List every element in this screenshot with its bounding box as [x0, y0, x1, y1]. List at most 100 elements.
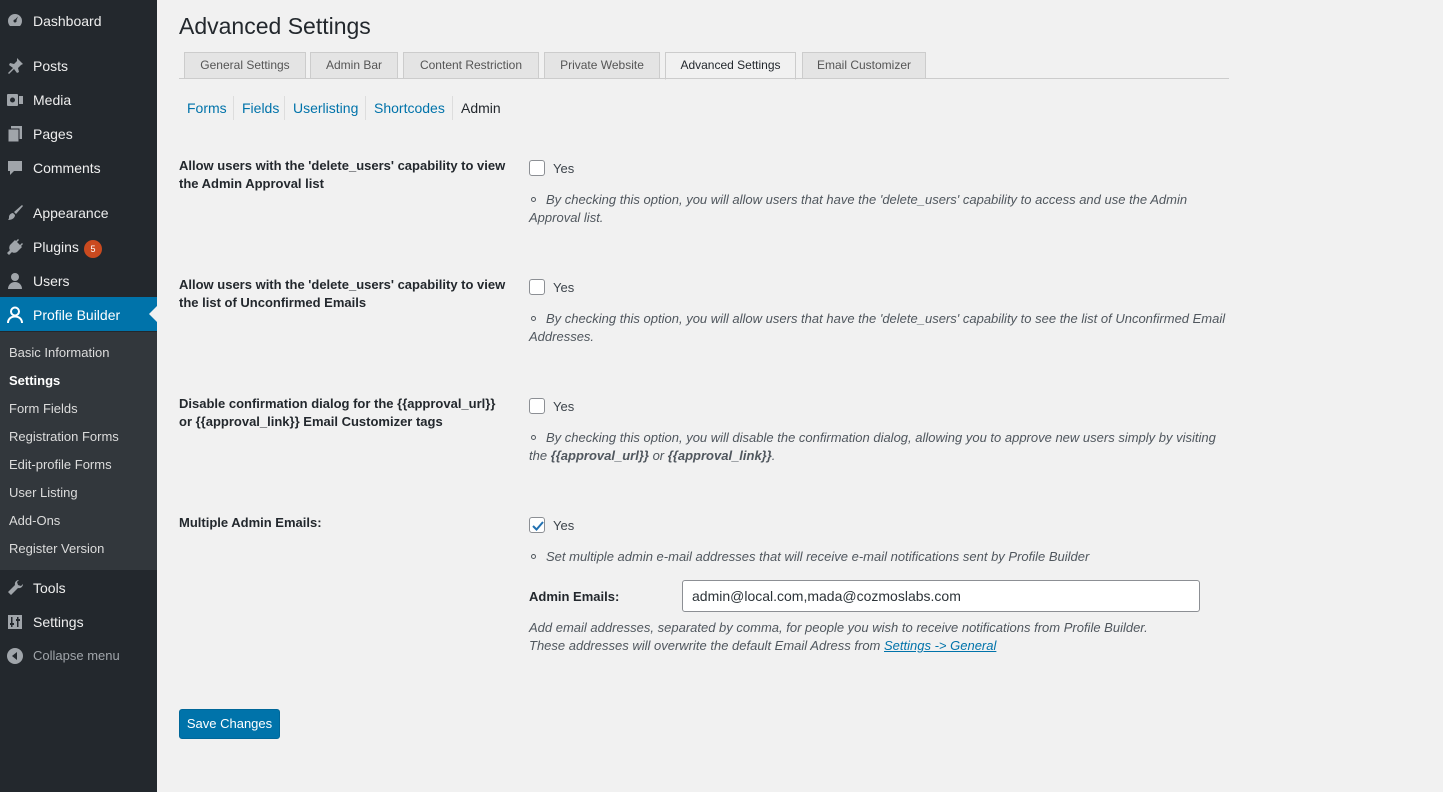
- bullet-icon: [531, 435, 536, 441]
- tab-content-restriction[interactable]: Content Restriction: [403, 52, 539, 79]
- multiple-admin-emails-checkbox[interactable]: [529, 517, 545, 533]
- submenu-form-fields[interactable]: Form Fields: [9, 401, 78, 417]
- dashboard-icon: [8, 14, 22, 26]
- bullet-icon: [531, 197, 536, 203]
- submenu-settings[interactable]: Settings: [9, 373, 60, 389]
- wrench-icon: [8, 579, 24, 595]
- option-description: Set multiple admin e-mail addresses that…: [529, 548, 1229, 566]
- plugin-update-badge: 5: [84, 240, 102, 258]
- subtab-fields[interactable]: Fields: [242, 100, 279, 117]
- help-text: These addresses will overwrite the defau…: [529, 638, 884, 653]
- person-outline-icon: [7, 306, 23, 324]
- checkbox-yes-label[interactable]: Yes: [553, 161, 574, 177]
- subtab-shortcodes[interactable]: Shortcodes: [374, 100, 445, 117]
- pages-icon: [7, 126, 22, 143]
- brush-icon: [8, 205, 23, 220]
- submenu-add-ons[interactable]: Add-Ons: [9, 513, 60, 529]
- admin-emails-help: Add email addresses, separated by comma,…: [529, 619, 1229, 655]
- menu-label: Pages: [33, 126, 73, 142]
- sliders-icon: [8, 615, 22, 629]
- tabs-divider: [179, 78, 1229, 79]
- checkbox-yes-label[interactable]: Yes: [553, 518, 574, 534]
- description-text: .: [771, 448, 776, 463]
- menu-users[interactable]: Users: [0, 263, 157, 297]
- option-label-unconfirmed-emails: Allow users with the 'delete_users' capa…: [179, 277, 506, 310]
- submenu-edit-profile-forms[interactable]: Edit-profile Forms: [9, 457, 112, 473]
- comment-icon: [8, 161, 22, 175]
- tab-email-customizer[interactable]: Email Customizer: [802, 52, 926, 79]
- option-description: By checking this option, you will disabl…: [529, 429, 1229, 465]
- subtab-forms[interactable]: Forms: [187, 100, 227, 117]
- menu-label: Users: [33, 273, 70, 289]
- option-label-admin-approval: Allow users with the 'delete_users' capa…: [179, 158, 506, 191]
- menu-appearance[interactable]: Appearance: [0, 195, 157, 229]
- menu-label: Dashboard: [33, 13, 102, 29]
- active-menu-arrow: [149, 306, 157, 322]
- menu-pages[interactable]: Pages: [0, 116, 157, 150]
- subtab-separator: [284, 96, 285, 120]
- menu-label: Profile Builder: [33, 307, 121, 323]
- option-description: By checking this option, you will allow …: [529, 310, 1229, 346]
- menu-posts[interactable]: Posts: [0, 48, 157, 82]
- approval-url-tag: {{approval_url}}: [550, 448, 649, 463]
- subtab-separator: [233, 96, 234, 120]
- checkbox-yes-label[interactable]: Yes: [553, 280, 574, 296]
- collapse-label: Collapse menu: [33, 648, 120, 663]
- help-text-line: Add email addresses, separated by comma,…: [529, 620, 1148, 635]
- admin-approval-checkbox[interactable]: [529, 160, 545, 176]
- profile-builder-submenu: Basic Information Settings Form Fields R…: [0, 332, 157, 570]
- menu-dashboard[interactable]: Dashboard: [0, 3, 157, 37]
- description-text: or: [648, 448, 668, 463]
- menu-label: Tools: [33, 580, 66, 596]
- menu-comments[interactable]: Comments: [0, 150, 157, 184]
- tab-admin-bar[interactable]: Admin Bar: [310, 52, 398, 79]
- media-icon: [7, 94, 23, 106]
- admin-sidebar: Dashboard Posts Media Pages Comments App…: [0, 0, 157, 792]
- checkbox-yes-label[interactable]: Yes: [553, 399, 574, 415]
- submenu-basic-information[interactable]: Basic Information: [9, 345, 109, 361]
- option-label-disable-confirmation: Disable confirmation dialog for the {{ap…: [179, 396, 496, 429]
- submenu-register-version[interactable]: Register Version: [9, 541, 104, 557]
- option-description: By checking this option, you will allow …: [529, 191, 1229, 227]
- menu-label: Comments: [33, 160, 101, 176]
- admin-emails-label: Admin Emails:: [529, 589, 620, 604]
- bullet-icon: [531, 554, 536, 560]
- menu-profile-builder[interactable]: Profile Builder: [0, 297, 157, 331]
- help-text-line: These addresses will overwrite the defau…: [529, 637, 1229, 655]
- menu-label: Posts: [33, 58, 69, 74]
- save-changes-button[interactable]: Save Changes: [179, 709, 280, 739]
- menu-label: Settings: [33, 614, 84, 630]
- admin-emails-input[interactable]: [682, 580, 1200, 612]
- menu-media[interactable]: Media: [0, 82, 157, 116]
- approval-link-tag: {{approval_link}}: [667, 448, 772, 463]
- page-title: Advanced Settings: [179, 13, 371, 39]
- subtab-separator: [365, 96, 366, 120]
- collapse-menu-button[interactable]: Collapse menu: [0, 638, 157, 672]
- menu-settings[interactable]: Settings: [0, 604, 157, 638]
- menu-tools[interactable]: Tools: [0, 570, 157, 604]
- description-text: Set multiple admin e-mail addresses that…: [546, 549, 1090, 564]
- submenu-user-listing[interactable]: User Listing: [9, 485, 78, 501]
- subtab-separator: [452, 96, 453, 120]
- tab-general-settings[interactable]: General Settings: [184, 52, 306, 79]
- unconfirmed-emails-checkbox[interactable]: [529, 279, 545, 295]
- menu-label: Media: [33, 92, 72, 108]
- menu-label: Plugins: [33, 239, 79, 255]
- description-text: By checking this option, you will allow …: [529, 311, 1226, 344]
- option-label-multiple-admin-emails: Multiple Admin Emails:: [179, 515, 322, 530]
- menu-plugins[interactable]: Plugins 5: [0, 229, 157, 263]
- collapse-icon: [7, 648, 23, 664]
- subtab-userlisting[interactable]: Userlisting: [293, 100, 358, 117]
- tab-private-website[interactable]: Private Website: [544, 52, 660, 79]
- checkmark-icon: [532, 521, 544, 531]
- description-text: By checking this option, you will allow …: [529, 192, 1188, 225]
- disable-confirmation-checkbox[interactable]: [529, 398, 545, 414]
- settings-general-link[interactable]: Settings -> General: [884, 638, 996, 653]
- plugin-icon: [7, 239, 23, 255]
- submenu-registration-forms[interactable]: Registration Forms: [9, 429, 119, 445]
- user-icon: [8, 273, 22, 289]
- menu-label: Appearance: [33, 205, 109, 221]
- pin-icon: [8, 58, 23, 74]
- tab-advanced-settings[interactable]: Advanced Settings: [665, 52, 796, 80]
- subtab-admin[interactable]: Admin: [461, 100, 501, 117]
